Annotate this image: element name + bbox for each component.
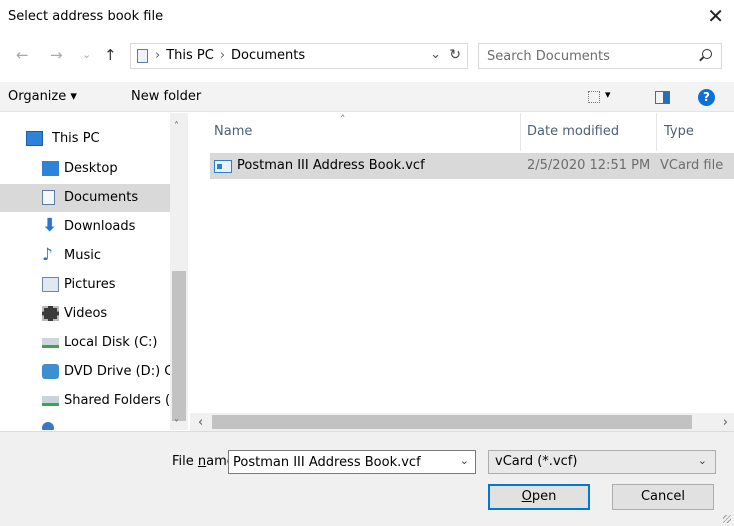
breadcrumb-separator[interactable]: › bbox=[220, 48, 225, 63]
open-button[interactable]: Open bbox=[488, 484, 590, 510]
nav-item-label: Music bbox=[64, 248, 101, 263]
nav-item-dvd-drive[interactable]: DVD Drive (D:) C bbox=[0, 358, 174, 386]
file-date-cell: 2/5/2020 12:51 PM bbox=[527, 158, 651, 173]
nav-item-label: Desktop bbox=[64, 161, 118, 176]
breadcrumb-separator: › bbox=[155, 48, 161, 63]
chevron-down-icon[interactable]: ⌄ bbox=[430, 47, 441, 62]
search-box[interactable] bbox=[478, 43, 722, 69]
close-icon[interactable]: ✕ bbox=[707, 4, 724, 28]
refresh-icon[interactable]: ↻ bbox=[449, 47, 461, 63]
address-row: ← → ⌄ ↑ › This PC › Documents ⌄ ↻ bbox=[0, 38, 734, 74]
chevron-down-icon[interactable]: ⌄ bbox=[698, 454, 707, 467]
view-options-dropdown[interactable]: ▾ bbox=[605, 88, 611, 101]
up-arrow-icon[interactable]: ↑ bbox=[104, 46, 117, 64]
file-row[interactable]: Postman III Address Book.vcf 2/5/2020 12… bbox=[210, 153, 734, 179]
breadcrumb-documents[interactable]: Documents bbox=[231, 48, 305, 63]
nav-item-desktop[interactable]: Desktop bbox=[0, 155, 170, 183]
file-name-field[interactable] bbox=[229, 451, 449, 473]
dialog-title: Select address book file bbox=[8, 9, 164, 24]
breadcrumb-this-pc[interactable]: This PC bbox=[166, 48, 214, 63]
address-bar[interactable]: › This PC › Documents ⌄ ↻ bbox=[130, 43, 468, 69]
music-icon: ♪ bbox=[42, 245, 53, 265]
new-folder-button[interactable]: New folder bbox=[131, 89, 201, 104]
nav-vertical-scrollbar[interactable]: ˄ ˅ bbox=[170, 113, 188, 430]
desktop-icon bbox=[42, 161, 59, 176]
open-mnemonic: O bbox=[521, 489, 532, 504]
file-type-filter-value: vCard (*.vcf) bbox=[495, 454, 578, 469]
scroll-right-icon[interactable]: › bbox=[723, 415, 728, 430]
file-list: ˄ Name Date modified Type Postman III Ad… bbox=[190, 113, 734, 430]
nav-item-this-pc[interactable]: This PC bbox=[0, 125, 170, 153]
scroll-up-icon[interactable]: ˄ bbox=[174, 121, 179, 132]
file-name-cell: Postman III Address Book.vcf bbox=[237, 158, 425, 173]
command-bar: Organize ▾ New folder ▾ ? bbox=[0, 82, 734, 112]
nav-item-label: This PC bbox=[52, 131, 100, 146]
nav-item-documents[interactable]: Documents bbox=[0, 184, 170, 212]
documents-icon bbox=[42, 190, 55, 205]
dvd-drive-icon bbox=[42, 364, 59, 379]
downloads-icon: ⬇ bbox=[42, 215, 58, 236]
breadcrumb: › This PC › Documents bbox=[155, 48, 305, 63]
nav-item-local-disk[interactable]: Local Disk (C:) bbox=[0, 329, 170, 357]
monitor-icon bbox=[26, 131, 43, 146]
local-disk-icon bbox=[42, 338, 59, 348]
scroll-down-icon[interactable]: ˅ bbox=[174, 419, 179, 430]
nav-item-music[interactable]: ♪ Music bbox=[0, 242, 170, 270]
nav-item-network[interactable] bbox=[0, 416, 170, 430]
forward-arrow-icon[interactable]: → bbox=[50, 46, 63, 64]
title-bar: Select address book file ✕ bbox=[0, 0, 734, 34]
view-options-icon[interactable] bbox=[588, 91, 600, 103]
scroll-left-icon[interactable]: ‹ bbox=[198, 415, 203, 430]
help-icon[interactable]: ? bbox=[698, 89, 715, 106]
column-divider[interactable] bbox=[656, 113, 657, 151]
recent-locations-icon[interactable]: ⌄ bbox=[82, 48, 91, 61]
back-arrow-icon[interactable]: ← bbox=[16, 46, 29, 64]
resize-grip-icon[interactable] bbox=[723, 515, 731, 523]
open-label: pen bbox=[531, 489, 557, 504]
videos-icon bbox=[42, 306, 59, 321]
nav-item-label: Pictures bbox=[64, 277, 116, 292]
chevron-down-icon[interactable]: ⌄ bbox=[460, 454, 469, 467]
documents-folder-icon bbox=[137, 49, 148, 63]
column-divider[interactable] bbox=[520, 113, 521, 151]
nav-item-label: DVD Drive (D:) C bbox=[64, 364, 174, 379]
dialog-footer: File name: ⌄ vCard (*.vcf) ⌄ Open Cancel bbox=[0, 431, 734, 526]
nav-item-label: Downloads bbox=[64, 219, 136, 234]
cancel-button[interactable]: Cancel bbox=[612, 484, 714, 510]
nav-item-downloads[interactable]: ⬇ Downloads bbox=[0, 213, 170, 241]
organize-button[interactable]: Organize ▾ bbox=[8, 89, 77, 104]
file-horizontal-scrollbar[interactable]: ‹ › bbox=[190, 413, 734, 431]
vcard-file-icon bbox=[214, 160, 232, 173]
file-name-combobox[interactable]: ⌄ bbox=[228, 450, 476, 474]
scroll-thumb[interactable] bbox=[212, 415, 692, 429]
nav-item-label: Shared Folders (\ bbox=[64, 393, 175, 408]
file-type-cell: VCard file bbox=[660, 158, 724, 173]
nav-item-label: Videos bbox=[64, 306, 108, 321]
search-input[interactable] bbox=[479, 44, 689, 68]
nav-item-videos[interactable]: Videos bbox=[0, 300, 170, 328]
nav-item-shared-folders[interactable]: Shared Folders (\ bbox=[0, 387, 174, 415]
nav-item-label: Documents bbox=[64, 190, 139, 205]
pictures-icon bbox=[42, 277, 59, 292]
shared-folders-icon bbox=[42, 396, 59, 406]
file-name-label-part: File bbox=[172, 454, 198, 469]
nav-item-label: Local Disk (C:) bbox=[64, 335, 158, 350]
nav-item-pictures[interactable]: Pictures bbox=[0, 271, 170, 299]
file-type-filter[interactable]: vCard (*.vcf) ⌄ bbox=[488, 450, 716, 474]
network-icon bbox=[42, 422, 54, 430]
file-name-label-mnemonic: n bbox=[197, 454, 207, 469]
navigation-pane: This PC Desktop Documents ⬇ Downloads ♪ … bbox=[0, 113, 188, 430]
preview-pane-icon[interactable] bbox=[655, 91, 670, 104]
search-icon[interactable] bbox=[702, 49, 712, 59]
sort-ascending-icon: ˄ bbox=[340, 113, 346, 126]
scroll-thumb[interactable] bbox=[172, 271, 186, 421]
